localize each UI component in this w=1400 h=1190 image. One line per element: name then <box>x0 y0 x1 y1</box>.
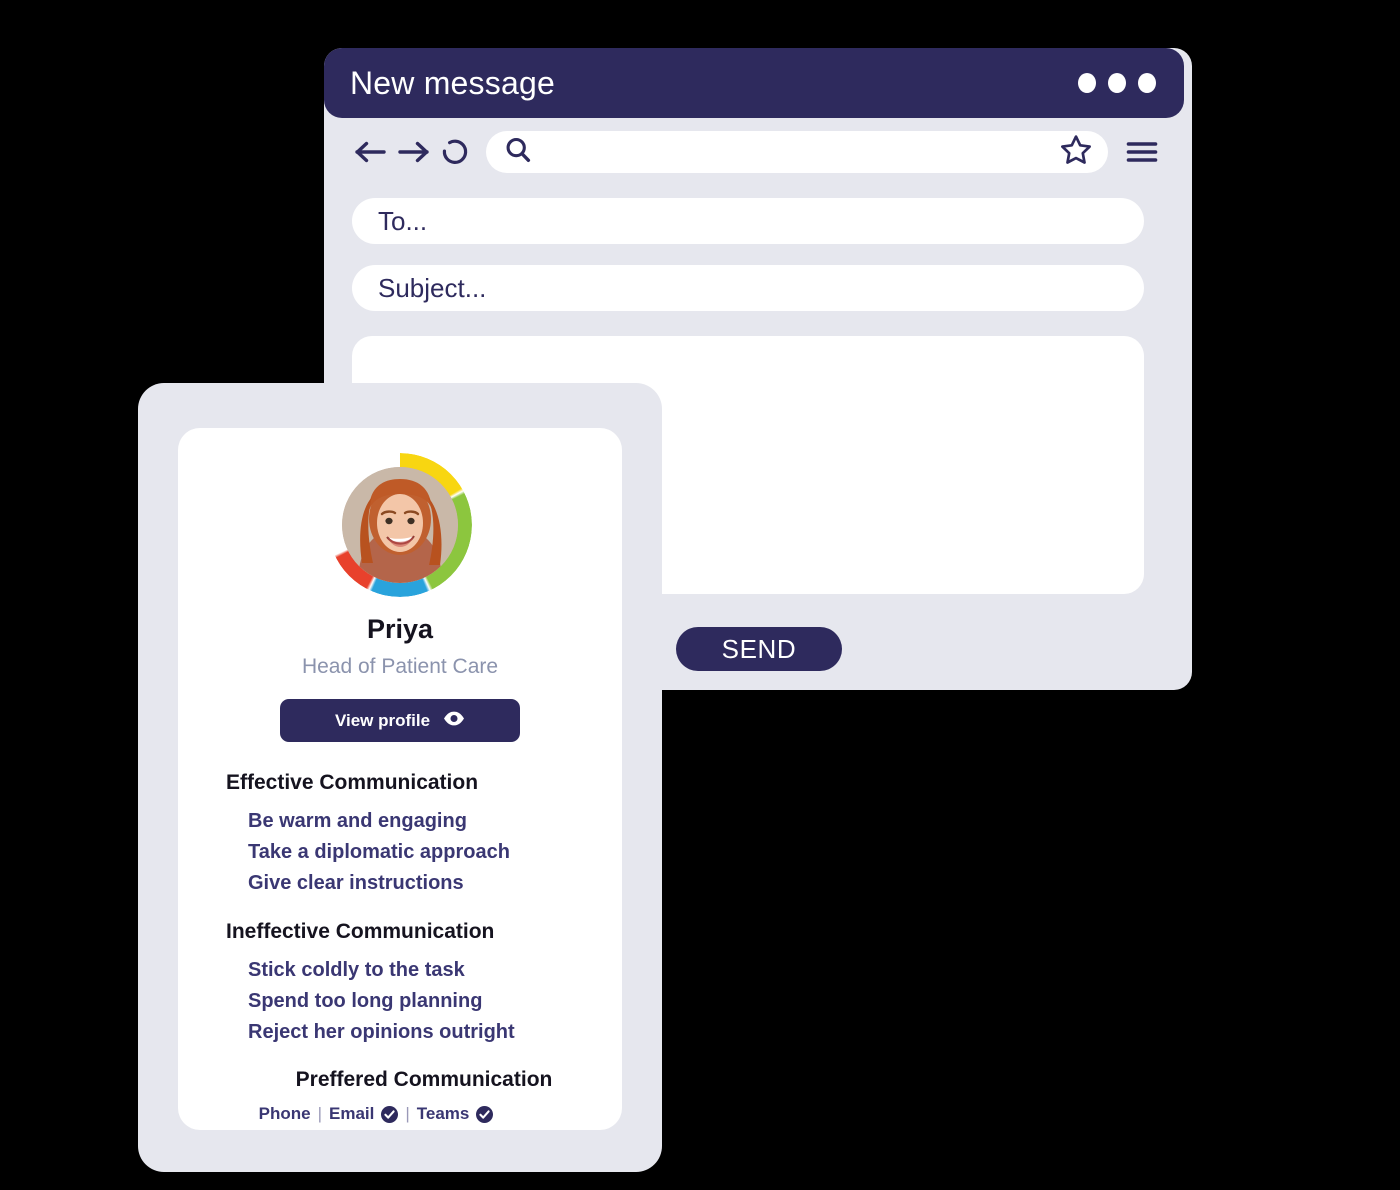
star-icon[interactable] <box>1060 134 1092 170</box>
window-dot-3[interactable] <box>1138 73 1156 93</box>
channel-label: Phone <box>258 1104 311 1124</box>
channel-separator: | <box>317 1104 322 1124</box>
eye-icon <box>443 711 465 731</box>
window-dot-2[interactable] <box>1108 73 1126 93</box>
ineffective-communication-list: Stick coldly to the task Spend too long … <box>226 955 622 1049</box>
ineffective-communication-section: Ineffective Communication Stick coldly t… <box>178 921 622 1049</box>
list-item: Stick coldly to the task <box>248 958 465 981</box>
browser-toolbar <box>324 118 1184 186</box>
send-button[interactable]: SEND <box>676 627 842 671</box>
view-profile-button[interactable]: View profile <box>280 699 520 742</box>
profile-name: Priya <box>366 614 434 644</box>
avatar <box>328 453 472 597</box>
arrow-left-icon[interactable] <box>350 131 392 173</box>
subject-input[interactable] <box>352 265 1144 311</box>
channel-label: Email <box>328 1104 375 1124</box>
arrow-right-icon[interactable] <box>392 131 434 173</box>
channel-phone[interactable]: Phone <box>259 1104 311 1124</box>
preferred-channels: Phone | Email | Teams <box>178 1104 622 1124</box>
view-profile-label: View profile <box>334 710 431 730</box>
to-input[interactable] <box>352 198 1144 244</box>
list-item: Give clear instructions <box>248 872 464 895</box>
screenshot-root: New message To... Subject... SEND Priya … <box>0 0 1400 1190</box>
preferred-communication-section: Preffered Communication Phone | Email | … <box>178 1069 622 1124</box>
check-circle-icon <box>381 1105 399 1123</box>
list-item: Be warm and engaging <box>248 810 467 832</box>
search-input[interactable] <box>542 131 1050 173</box>
list-item: Take a diplomatic approach <box>248 841 510 864</box>
channel-separator: | <box>405 1104 410 1124</box>
avatar-photo <box>342 467 458 583</box>
address-bar[interactable] <box>486 131 1108 173</box>
refresh-icon[interactable] <box>434 131 476 173</box>
profile-card: Priya Head of Patient Care View profile … <box>138 383 662 1172</box>
search-icon <box>504 136 532 169</box>
list-item: Reject her opinions outright <box>248 1020 515 1043</box>
compose-titlebar: New message <box>324 48 1184 118</box>
channel-label: Teams <box>416 1104 470 1124</box>
section-heading: Effective Communication <box>226 771 479 794</box>
hamburger-menu-icon[interactable] <box>1122 132 1162 172</box>
effective-communication-list: Be warm and engaging Take a diplomatic a… <box>226 806 622 900</box>
profile-role: Head of Patient Care <box>301 655 499 678</box>
section-heading: Ineffective Communication <box>226 919 495 943</box>
list-item: Spend too long planning <box>248 989 483 1012</box>
window-dot-1[interactable] <box>1078 73 1096 93</box>
section-heading: Preffered Communication <box>295 1068 553 1092</box>
channel-teams[interactable]: Teams <box>417 1104 494 1124</box>
profile-card-body: Priya Head of Patient Care View profile … <box>178 428 622 1130</box>
window-controls <box>1078 73 1156 93</box>
check-circle-icon <box>476 1105 494 1123</box>
window-title: New message <box>350 65 555 101</box>
channel-email[interactable]: Email <box>328 1104 399 1124</box>
effective-communication-section: Effective Communication Be warm and enga… <box>178 772 622 900</box>
